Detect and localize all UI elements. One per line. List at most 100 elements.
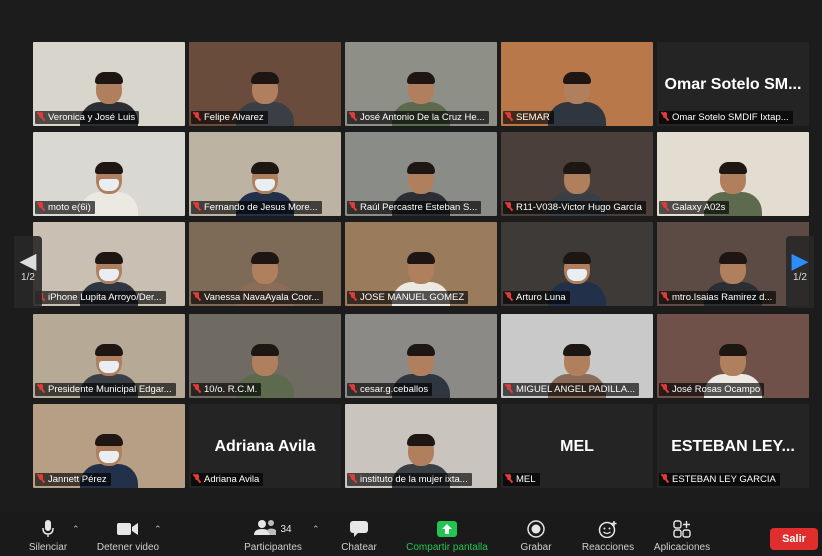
participant-tile[interactable]: MEL MEL [501,404,653,488]
participant-tile[interactable]: Presidente Municipal Edgar... [33,314,185,398]
muted-microphone-icon [193,202,201,211]
participant-tile[interactable]: Galaxy A02s [657,132,809,216]
participant-name-label: SEMAR [503,111,554,124]
participant-name: Felipe Alvarez [204,112,264,123]
participant-name-label: 10/o. R.C.M. [191,383,262,396]
participant-name: José Rosas Ocampo [672,384,761,395]
page-indicator: 1/2 [793,272,807,283]
mute-options-caret[interactable]: ⌃ [72,524,80,535]
participant-name-label: Veronica y José Luis [35,111,140,124]
participant-name: ESTEBAN LEY GARCIA [672,474,776,485]
muted-microphone-icon [37,202,45,211]
participant-tile[interactable]: MIGUEL ANGEL PADILLA... [501,314,653,398]
record-button[interactable]: Grabar [514,518,558,553]
participant-tile[interactable]: Veronica y José Luis [33,42,185,126]
share-screen-icon [398,518,496,540]
participants-count: 34 [280,523,292,535]
apps-icon [648,518,716,540]
page-indicator: 1/2 [21,272,35,283]
participant-name: Jannett Pérez [48,474,107,485]
next-page-button[interactable]: ▶ 1/2 [786,236,814,308]
participant-name: Vanessa NavaAyala Coor... [204,292,320,303]
chevron-left-icon: ◀ [19,248,37,273]
participant-tile[interactable]: moto e(6i) [33,132,185,216]
participant-tile[interactable]: Omar Sotelo SM... Omar Sotelo SMDIF Ixtap… [657,42,809,126]
muted-microphone-icon [349,384,357,393]
muted-microphone-icon [661,112,669,121]
participant-name: Fernando de Jesus More... [204,202,318,213]
video-options-caret[interactable]: ⌃ [154,524,162,535]
participant-tile[interactable]: Vanessa NavaAyala Coor... [189,222,341,306]
participant-tile[interactable]: Jannett Pérez [33,404,185,488]
participant-tile[interactable]: cesar.g.ceballos [345,314,497,398]
participant-tile[interactable]: iPhone Lupita Arroyo/Der... [33,222,185,306]
chat-bubble-icon [336,518,382,540]
microphone-icon [22,518,74,540]
participant-name-label: Felipe Alvarez [191,111,268,124]
participant-tile[interactable]: José Rosas Ocampo [657,314,809,398]
muted-microphone-icon [661,202,669,211]
participant-tile[interactable]: SEMAR [501,42,653,126]
muted-microphone-icon [661,384,669,393]
participants-button[interactable]: 34 Participantes [238,518,308,553]
muted-microphone-icon [505,474,513,483]
smiley-add-icon [576,518,640,540]
muted-microphone-icon [193,112,201,121]
participant-tile[interactable]: Felipe Alvarez [189,42,341,126]
participant-name: moto e(6i) [48,202,91,213]
participant-name: Omar Sotelo SMDIF Ixtap... [672,112,789,123]
participants-options-caret[interactable]: ⌃ [312,524,320,535]
participant-tile[interactable]: José Antonio De la Cruz He... [345,42,497,126]
participant-name: instituto de la mujer ixta... [360,474,468,485]
participant-display-name: MEL [560,438,594,455]
participant-tile[interactable]: Arturo Luna [501,222,653,306]
participant-name-label: Vanessa NavaAyala Coor... [191,291,324,304]
muted-microphone-icon [37,474,45,483]
participant-name: Veronica y José Luis [48,112,136,123]
reactions-button[interactable]: Reacciones [576,518,640,553]
participant-tile[interactable]: instituto de la mujer ixta... [345,404,497,488]
participant-tile[interactable]: Adriana Avila Adriana Avila [189,404,341,488]
participant-name: Raúl Percastre Esteban S... [360,202,478,213]
muted-microphone-icon [349,474,357,483]
video-gallery: Veronica y José Luis Felipe Alvarez José A… [0,0,822,512]
chevron-right-icon: ▶ [791,248,809,273]
participant-tile[interactable]: Fernando de Jesus More... [189,132,341,216]
muted-microphone-icon [505,202,513,211]
participants-icon [254,519,278,540]
participant-name: iPhone Lupita Arroyo/Der... [48,292,162,303]
muted-microphone-icon [505,384,513,393]
participant-tile[interactable]: Raúl Percastre Esteban S... [345,132,497,216]
participant-name-label: Raúl Percastre Esteban S... [347,201,482,214]
participant-name-label: Galaxy A02s [659,201,730,214]
participant-tile[interactable]: R11-V038-Victor Hugo García [501,132,653,216]
participant-name-label: Fernando de Jesus More... [191,201,322,214]
muted-microphone-icon [349,292,357,301]
previous-page-button[interactable]: ◀ 1/2 [14,236,42,308]
chat-button[interactable]: Chatear [336,518,382,553]
mute-button[interactable]: Silenciar [22,518,74,553]
participant-name: mtro.Isaias Ramirez d... [672,292,773,303]
muted-microphone-icon [193,292,201,301]
participant-name-label: Jannett Pérez [35,473,111,486]
participant-name-label: iPhone Lupita Arroyo/Der... [35,291,166,304]
apps-button[interactable]: Aplicaciones [648,518,716,553]
participant-tile[interactable]: JOSE MANUEL GOMEZ [345,222,497,306]
participant-tile[interactable]: 10/o. R.C.M. [189,314,341,398]
participant-name: SEMAR [516,112,550,123]
participant-display-name: Omar Sotelo SM... [664,76,802,93]
participant-name-label: Adriana Avila [191,473,264,486]
muted-microphone-icon [349,112,357,121]
participant-name: Arturo Luna [516,292,566,303]
participant-display-name: Adriana Avila [214,438,316,455]
participant-tile[interactable]: ESTEBAN LEY... ESTEBAN LEY GARCIA [657,404,809,488]
leave-meeting-button[interactable]: Salir [770,528,818,550]
participant-display-name: ESTEBAN LEY... [671,438,795,455]
participant-name: JOSE MANUEL GOMEZ [360,292,465,303]
muted-microphone-icon [505,112,513,121]
record-icon [514,518,558,540]
participant-name: Galaxy A02s [672,202,726,213]
participant-name-label: R11-V038-Victor Hugo García [503,201,646,214]
share-screen-button[interactable]: Compartir pantalla [398,518,496,553]
participant-name-label: ESTEBAN LEY GARCIA [659,473,780,486]
